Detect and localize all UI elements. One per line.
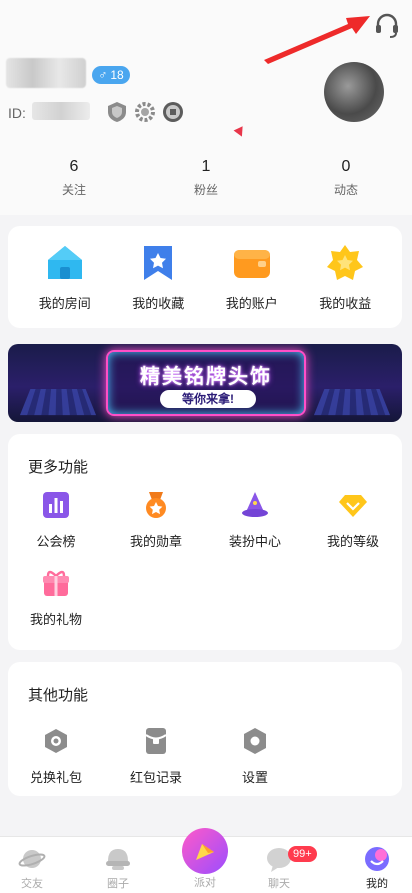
stage-decoration <box>19 389 97 416</box>
my-earnings-button[interactable]: 我的收益 <box>300 243 390 312</box>
stage-decoration <box>313 389 391 416</box>
stat-value: 6 <box>69 158 79 175</box>
settings-button[interactable]: 设置 <box>210 726 300 786</box>
my-medals-button[interactable]: 我的勋章 <box>111 490 201 550</box>
my-account-button[interactable]: 我的账户 <box>207 243 297 312</box>
function-label: 我的勋章 <box>129 534 182 549</box>
settings-icon <box>244 728 266 754</box>
more-functions-card: 更多功能 公会榜 我的勋章 装扮中心 我的等级 我的礼物 <box>8 434 402 650</box>
promo-banner[interactable]: 精美铭牌头饰 等你来拿! <box>8 344 402 422</box>
redeem-gift-pack-button[interactable]: 兑换礼包 <box>11 726 101 786</box>
tab-label: 派对 <box>194 877 216 889</box>
party-icon <box>196 844 214 860</box>
male-icon: ♂ <box>98 68 108 82</box>
function-label: 红包记录 <box>129 770 182 785</box>
user-id-blurred <box>32 102 90 120</box>
tab-label: 交友 <box>21 878 43 890</box>
stat-posts[interactable]: 0 动态 <box>280 158 412 198</box>
customer-service-icon[interactable] <box>372 10 402 40</box>
section-title: 更多功能 <box>28 459 89 476</box>
level-number: 18 <box>110 68 124 82</box>
function-label: 我的礼物 <box>29 612 82 627</box>
tab-label: 聊天 <box>268 878 290 890</box>
red-marker-icon <box>233 126 247 139</box>
stat-fans[interactable]: 1 粉丝 <box>140 158 272 198</box>
tab-party-label-wrap: 派对 <box>175 872 235 890</box>
quick-action-label: 我的账户 <box>225 295 278 311</box>
function-label: 我的等级 <box>326 534 379 549</box>
quick-actions-card: 我的房间 我的收藏 我的账户 我的收益 <box>8 226 402 328</box>
gift-icon <box>43 570 69 596</box>
annotation-arrow-icon <box>264 16 370 64</box>
guild-ranking-button[interactable]: 公会榜 <box>11 490 101 550</box>
exchange-icon <box>45 729 67 753</box>
tab-circle[interactable]: 圈子 <box>88 845 148 891</box>
badge-row[interactable] <box>106 100 184 124</box>
unread-count-badge: 99+ <box>288 846 317 862</box>
tab-label: 圈子 <box>107 878 129 890</box>
stat-following[interactable]: 6 关注 <box>8 158 140 198</box>
quick-action-label: 我的房间 <box>38 295 91 311</box>
dress-up-center-button[interactable]: 装扮中心 <box>210 490 300 550</box>
other-functions-card: 其他功能 兑换礼包 红包记录 设置 <box>8 662 402 796</box>
chart-icon <box>43 492 69 518</box>
gender-level-badge: ♂ 18 <box>92 66 130 84</box>
my-level-button[interactable]: 我的等级 <box>308 490 398 550</box>
avatar[interactable] <box>324 62 384 122</box>
gear-badge-icon <box>135 102 155 122</box>
my-room-button[interactable]: 我的房间 <box>20 243 110 312</box>
banner-title: 精美铭牌头饰 <box>140 366 272 388</box>
tab-make-friends[interactable]: 交友 <box>2 845 62 891</box>
wallet-icon <box>233 249 270 278</box>
me-icon <box>365 847 389 871</box>
bookmark-star-icon <box>144 245 173 280</box>
planet-icon <box>18 850 46 868</box>
section-title: 其他功能 <box>28 687 89 704</box>
stat-label: 动态 <box>333 183 358 197</box>
function-label: 装扮中心 <box>228 534 281 549</box>
house-icon <box>47 245 82 279</box>
function-label: 设置 <box>241 770 268 785</box>
diamond-icon <box>339 495 367 517</box>
shield-badge-icon <box>108 102 126 122</box>
circle-icon <box>106 849 130 870</box>
tab-label: 我的 <box>366 878 388 890</box>
my-gifts-button[interactable]: 我的礼物 <box>11 568 101 628</box>
red-packet-icon <box>145 728 167 754</box>
stat-value: 1 <box>201 158 211 175</box>
stat-label: 关注 <box>61 183 86 197</box>
tab-me[interactable]: 我的 <box>347 845 407 891</box>
banner-subtitle: 等你来拿! <box>160 390 256 408</box>
medal-icon <box>146 492 166 518</box>
crown-badge-icon <box>163 102 183 122</box>
stat-value: 0 <box>341 158 351 175</box>
quick-action-label: 我的收藏 <box>132 295 185 311</box>
profile-header: ♂ 18 ID: 6 关注 1 粉丝 0 动态 <box>0 0 412 215</box>
quick-action-label: 我的收益 <box>319 295 372 311</box>
tab-party[interactable] <box>182 828 228 874</box>
banner-neon-frame: 精美铭牌头饰 等你来拿! <box>106 350 306 416</box>
red-packet-record-button[interactable]: 红包记录 <box>111 726 201 786</box>
my-favorites-button[interactable]: 我的收藏 <box>113 243 203 312</box>
stat-label: 粉丝 <box>193 183 218 197</box>
stats-row: 6 关注 1 粉丝 0 动态 <box>0 158 412 198</box>
nickname-blurred <box>6 58 86 88</box>
star-badge-icon <box>327 244 364 280</box>
wizard-hat-icon <box>242 492 268 517</box>
function-label: 兑换礼包 <box>29 770 82 785</box>
user-id-label: ID: <box>8 105 26 121</box>
function-label: 公会榜 <box>36 534 76 549</box>
